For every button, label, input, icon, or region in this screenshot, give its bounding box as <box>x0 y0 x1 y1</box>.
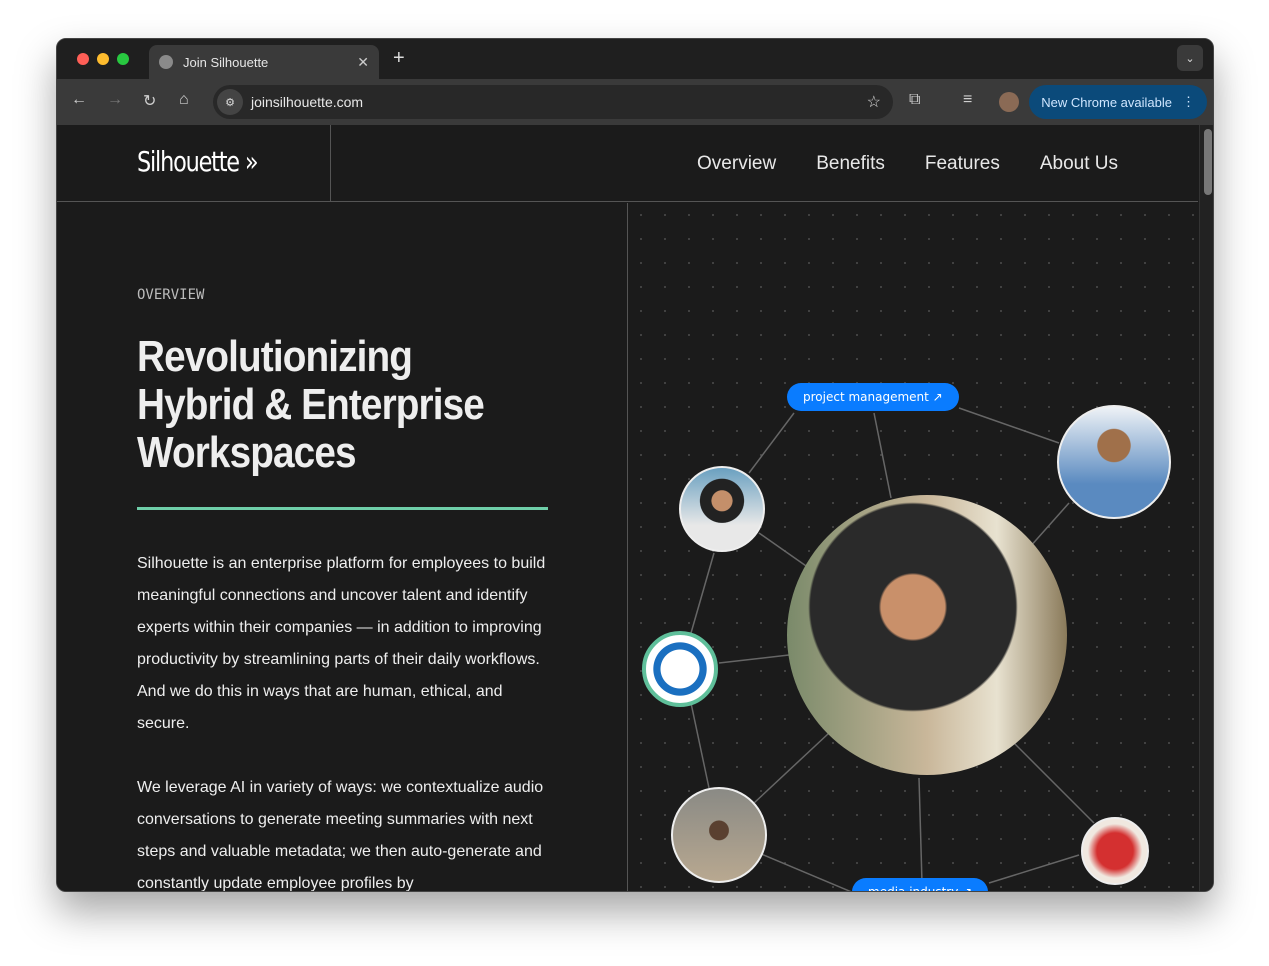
more-menu-icon[interactable]: ⋮ <box>1182 94 1195 110</box>
tab-search-button[interactable]: ⌄ <box>1177 45 1203 71</box>
browser-window: Join Silhouette ✕ + ⌄ ← → ↻ ⌂ ⚙ joinsilh… <box>56 38 1214 892</box>
bookmark-star-icon[interactable]: ☆ <box>867 92 881 112</box>
tag-project-management[interactable]: project management ↗ <box>787 383 959 411</box>
minimize-window-button[interactable] <box>97 53 109 65</box>
nav-benefits[interactable]: Benefits <box>816 153 885 175</box>
nav-features[interactable]: Features <box>925 153 1000 175</box>
tag-media-industry[interactable]: media industry ↗ <box>852 878 988 892</box>
nav-overview[interactable]: Overview <box>697 153 776 175</box>
new-tab-button[interactable]: + <box>393 47 405 70</box>
overview-section: OVERVIEW Revolutionizing Hybrid & Enterp… <box>57 203 628 892</box>
section-eyebrow: OVERVIEW <box>137 287 204 303</box>
page-content: Silhouette » Overview Benefits Features … <box>57 125 1214 892</box>
tab-title: Join Silhouette <box>183 55 268 70</box>
update-label: New Chrome available <box>1041 95 1172 110</box>
person-avatar[interactable] <box>1057 405 1171 519</box>
accent-rule <box>137 507 548 510</box>
tab-bar: Join Silhouette ✕ + ⌄ <box>57 39 1213 79</box>
close-window-button[interactable] <box>77 53 89 65</box>
intro-paragraph: Silhouette is an enterprise platform for… <box>137 548 557 740</box>
close-tab-icon[interactable]: ✕ <box>357 54 369 71</box>
reload-icon[interactable]: ↻ <box>143 91 156 111</box>
maximize-window-button[interactable] <box>117 53 129 65</box>
extensions-icon[interactable]: ⧉ <box>909 91 920 109</box>
forward-icon[interactable]: → <box>107 91 123 109</box>
nav-divider <box>330 125 331 202</box>
network-graph: project management ↗ media industry ↗ <box>629 203 1198 892</box>
toolbar: ← → ↻ ⌂ ⚙ joinsilhouette.com ☆ ⧉ ≡ New C… <box>57 79 1213 125</box>
url-text[interactable]: joinsilhouette.com <box>251 94 363 110</box>
browser-tab[interactable]: Join Silhouette ✕ <box>149 45 379 79</box>
logo[interactable]: Silhouette » <box>137 145 257 178</box>
person-avatar[interactable] <box>679 466 765 552</box>
person-avatar[interactable] <box>671 787 767 883</box>
update-chrome-button[interactable]: New Chrome available ⋮ <box>1029 85 1207 119</box>
featured-person-photo <box>787 495 1067 775</box>
person-avatar[interactable] <box>1081 817 1149 885</box>
profile-avatar[interactable] <box>999 92 1019 112</box>
company-badge-icon[interactable] <box>642 631 718 707</box>
page-title: Revolutionizing Hybrid & Enterprise Work… <box>137 333 507 477</box>
site-settings-icon[interactable]: ⚙ <box>217 89 243 115</box>
scrollbar-thumb[interactable] <box>1204 129 1212 195</box>
home-icon[interactable]: ⌂ <box>179 91 189 109</box>
ai-paragraph: We leverage AI in variety of ways: we co… <box>137 772 557 892</box>
media-control-icon[interactable]: ≡ <box>963 91 972 109</box>
back-icon[interactable]: ← <box>71 91 87 109</box>
globe-icon <box>159 55 173 69</box>
scrollbar[interactable] <box>1199 125 1214 892</box>
address-bar[interactable]: ⚙ joinsilhouette.com ☆ <box>213 85 893 119</box>
site-nav: Silhouette » Overview Benefits Features … <box>57 125 1198 202</box>
nav-about-us[interactable]: About Us <box>1040 153 1118 175</box>
